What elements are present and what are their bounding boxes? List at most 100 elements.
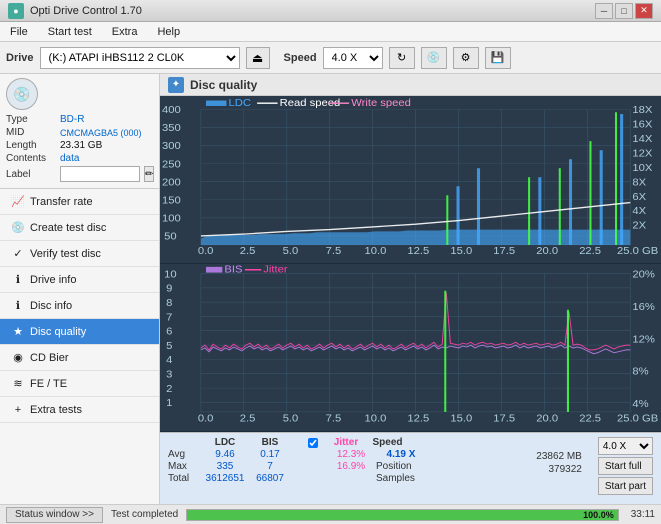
close-button[interactable]: ✕ <box>635 3 653 19</box>
drive-select[interactable]: (K:) ATAPI iHBS112 2 CL0K <box>40 47 240 69</box>
menu-extra[interactable]: Extra <box>106 24 144 40</box>
svg-text:5: 5 <box>166 340 172 352</box>
samples-row: 379322 <box>530 464 582 475</box>
svg-text:5.0: 5.0 <box>283 246 299 257</box>
maximize-button[interactable]: □ <box>615 3 633 19</box>
jitter-checkbox[interactable] <box>308 438 318 448</box>
status-text: Test completed <box>111 509 178 520</box>
disc-type-row: Type BD-R <box>6 114 153 125</box>
menu-file[interactable]: File <box>4 24 34 40</box>
progress-bar-fill <box>187 510 618 520</box>
svg-text:20%: 20% <box>632 269 655 281</box>
burn-button[interactable]: 💿 <box>421 47 447 69</box>
nav-create-test-disc[interactable]: 💿 Create test disc <box>0 215 159 241</box>
max-row: Max 335 7 16.9% Position <box>168 461 426 472</box>
menu-start-test[interactable]: Start test <box>42 24 98 40</box>
ldc-col-header: LDC <box>200 437 250 448</box>
svg-text:2: 2 <box>166 383 172 395</box>
label-edit-button[interactable]: ✏ <box>144 166 154 182</box>
start-full-button[interactable]: Start full <box>598 457 653 475</box>
contents-value: data <box>60 153 79 164</box>
disc-length-row: Length 23.31 GB <box>6 140 153 151</box>
disc-label-row: Label ✏ <box>6 166 153 182</box>
ldc-chart: 400 350 300 250 200 150 100 50 18X 16X 1… <box>160 96 661 264</box>
quality-speed-select[interactable]: 4.0 X <box>598 437 653 455</box>
svg-text:12.5: 12.5 <box>407 246 429 257</box>
max-bis: 7 <box>250 461 290 472</box>
svg-text:4: 4 <box>166 355 172 367</box>
quality-header: ✦ Disc quality <box>160 74 661 96</box>
status-time: 33:11 <box>631 509 655 520</box>
svg-text:LDC: LDC <box>229 98 252 109</box>
minimize-button[interactable]: ─ <box>595 3 613 19</box>
bis-chart-svg: 10 9 8 7 6 5 4 3 2 1 20% 16% 12% 8% 4% <box>160 264 661 431</box>
svg-text:7.5: 7.5 <box>326 413 342 425</box>
svg-text:15.0: 15.0 <box>450 413 472 425</box>
right-stats: 23862 MB 379322 <box>530 435 584 502</box>
nav-transfer-rate[interactable]: 📈 Transfer rate <box>0 189 159 215</box>
eject-button[interactable]: ⏏ <box>246 47 270 69</box>
svg-text:10X: 10X <box>632 163 652 174</box>
nav-verify-test-disc[interactable]: ✓ Verify test disc <box>0 241 159 267</box>
samples-label: Samples <box>376 473 415 484</box>
svg-text:17.5: 17.5 <box>493 246 515 257</box>
avg-jitter: 12.3% <box>326 449 376 460</box>
max-label: Max <box>168 461 200 472</box>
start-part-button[interactable]: Start part <box>598 477 653 495</box>
svg-text:2.5: 2.5 <box>240 246 256 257</box>
nav-disc-quality[interactable]: ★ Disc quality <box>0 319 159 345</box>
drive-bar: Drive (K:) ATAPI iHBS112 2 CL0K ⏏ Speed … <box>0 42 661 74</box>
nav-drive-info[interactable]: ℹ Drive info <box>0 267 159 293</box>
speed-buttons-group: 4.0 X Start full Start part <box>594 435 657 502</box>
svg-text:8X: 8X <box>632 177 646 188</box>
svg-text:350: 350 <box>162 123 181 134</box>
length-value: 23.31 GB <box>60 140 102 151</box>
disc-icon: 💿 <box>6 78 38 110</box>
svg-text:17.5: 17.5 <box>493 413 515 425</box>
create-disc-icon: 💿 <box>10 220 26 236</box>
progress-bar-container: 100.0% <box>186 509 619 521</box>
svg-text:BIS: BIS <box>224 264 242 275</box>
speed-current: 4.19 X <box>376 449 426 460</box>
nav-fe-te[interactable]: ≋ FE / TE <box>0 371 159 397</box>
svg-text:10: 10 <box>164 269 177 281</box>
length-key: Length <box>6 140 56 151</box>
svg-text:8: 8 <box>166 297 172 309</box>
refresh-button[interactable]: ↻ <box>389 47 415 69</box>
svg-text:16X: 16X <box>632 119 652 130</box>
svg-text:400: 400 <box>162 105 181 116</box>
jitter-col-header: Jitter <box>326 437 366 448</box>
nav-extra-tests[interactable]: + Extra tests <box>0 397 159 423</box>
avg-ldc: 9.46 <box>200 449 250 460</box>
svg-text:22.5: 22.5 <box>579 246 601 257</box>
status-window-button[interactable]: Status window >> <box>6 507 103 523</box>
svg-text:10.0: 10.0 <box>364 246 386 257</box>
statusbar: Status window >> Test completed 100.0% 3… <box>0 504 661 524</box>
disc-header: 💿 <box>6 78 153 110</box>
svg-text:25.0 GB: 25.0 GB <box>617 413 658 425</box>
contents-key: Contents <box>6 153 56 164</box>
speed-select[interactable]: 4.0 X <box>323 47 383 69</box>
position-row: 23862 MB <box>530 451 582 462</box>
cd-bier-icon: ◉ <box>10 350 26 366</box>
quality-icon: ✦ <box>168 77 184 93</box>
label-input[interactable] <box>60 166 140 182</box>
menu-help[interactable]: Help <box>151 24 186 40</box>
app-icon: ● <box>8 3 24 19</box>
nav-cd-bier[interactable]: ◉ CD Bier <box>0 345 159 371</box>
svg-text:4%: 4% <box>632 398 649 410</box>
disc-info-icon: ℹ <box>10 298 26 314</box>
content-area: ✦ Disc quality <box>160 74 661 504</box>
avg-bis: 0.17 <box>250 449 290 460</box>
svg-text:Write speed: Write speed <box>351 98 411 109</box>
disc-contents-row: Contents data <box>6 153 153 164</box>
save-button[interactable]: 💾 <box>485 47 511 69</box>
label-key: Label <box>6 169 56 180</box>
svg-text:100: 100 <box>162 213 181 224</box>
total-label: Total <box>168 473 200 484</box>
nav-disc-info[interactable]: ℹ Disc info <box>0 293 159 319</box>
svg-text:9: 9 <box>166 283 172 295</box>
svg-text:12X: 12X <box>632 148 652 159</box>
bottom-stats: LDC BIS Jitter Speed Avg 9.46 0.17 12.3% <box>160 432 661 504</box>
settings-button[interactable]: ⚙ <box>453 47 479 69</box>
